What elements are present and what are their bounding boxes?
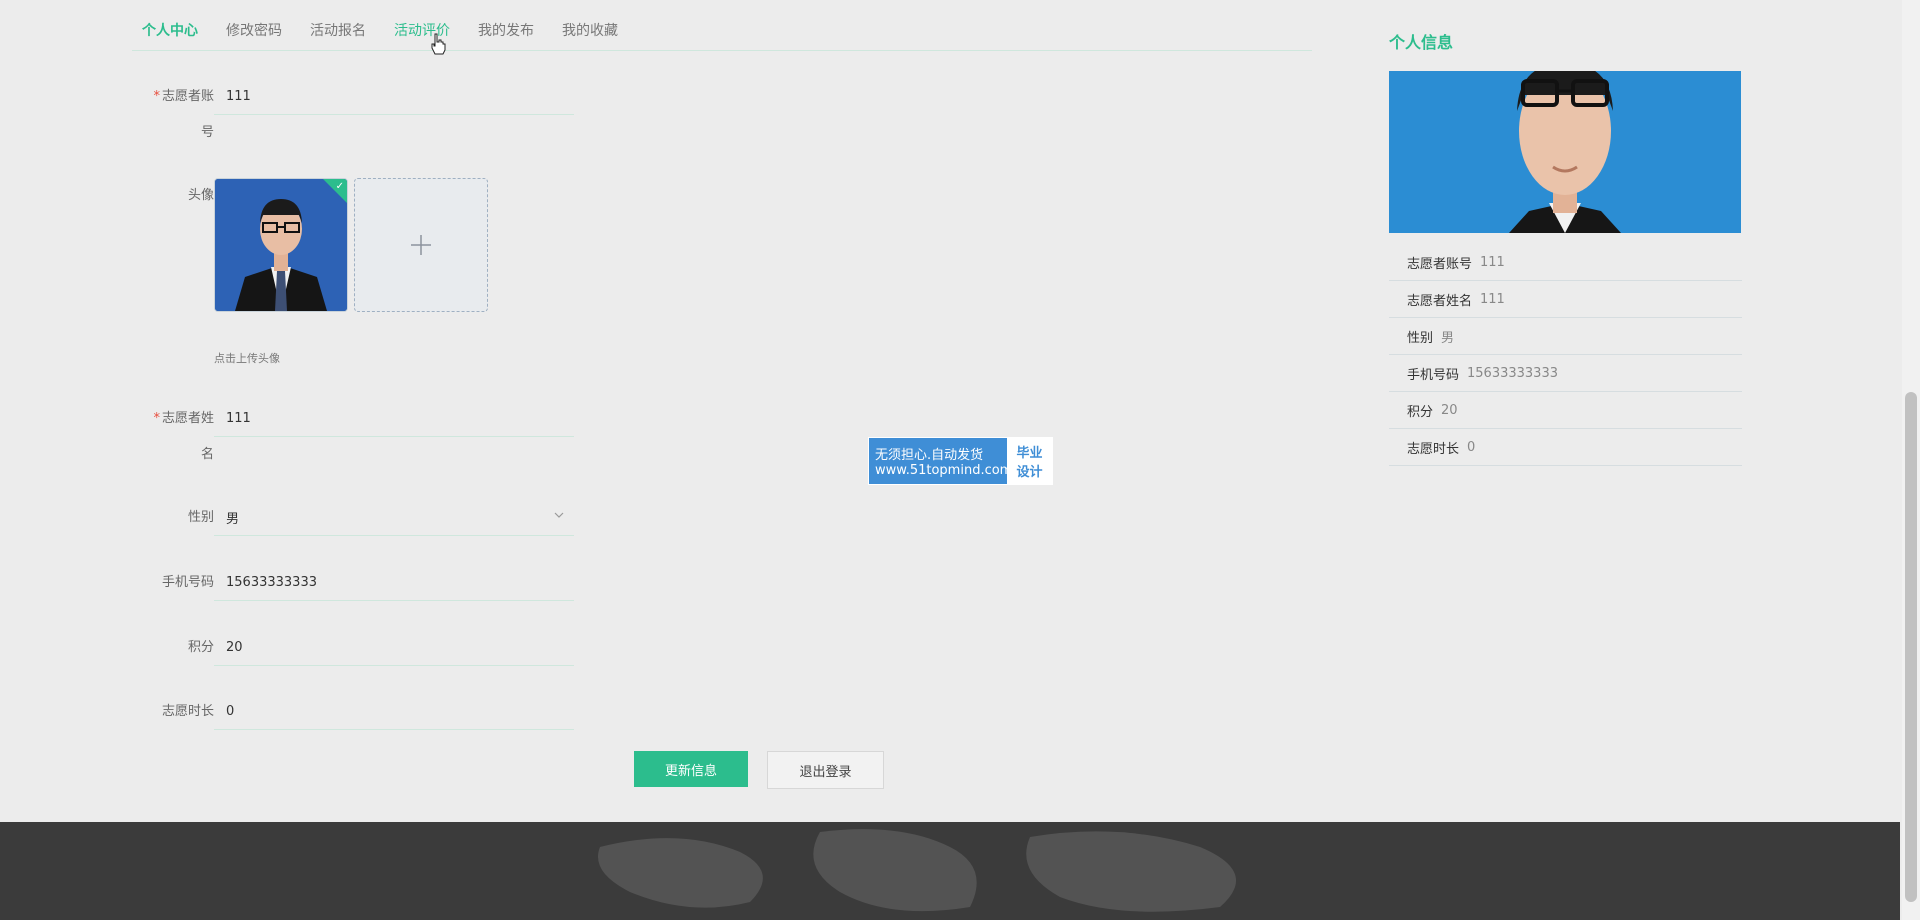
required-mark: * xyxy=(153,89,160,104)
tab-personal-center[interactable]: 个人中心 xyxy=(142,20,198,40)
update-info-button[interactable]: 更新信息 xyxy=(634,751,748,787)
tab-activity-signup[interactable]: 活动报名 xyxy=(310,20,366,40)
watermark-right2: 设计 xyxy=(1016,465,1043,480)
points-label: 积分 xyxy=(187,640,214,655)
info-row-points: 积分 20 xyxy=(1389,392,1742,429)
page-footer xyxy=(0,822,1900,920)
chevron-down-icon xyxy=(554,512,564,518)
required-mark: * xyxy=(153,411,160,426)
tab-change-password[interactable]: 修改密码 xyxy=(226,20,282,40)
gender-label: 性别 xyxy=(187,510,214,525)
tab-my-favorites[interactable]: 我的收藏 xyxy=(562,20,618,40)
volunteer-hours-field[interactable]: 0 xyxy=(214,694,574,730)
watermark-line2: www.51topmind.com xyxy=(875,463,1013,478)
account-field[interactable]: 111 xyxy=(214,79,574,115)
info-row-name: 志愿者姓名 111 xyxy=(1389,281,1742,318)
profile-photo xyxy=(1389,71,1741,233)
profile-title: 个人信息 xyxy=(1389,33,1454,52)
info-row-gender: 性别 男 xyxy=(1389,318,1742,355)
phone-field[interactable]: 15633333333 xyxy=(214,565,574,601)
check-icon: ✓ xyxy=(335,181,344,192)
page: 个人中心 修改密码 活动报名 活动评价 我的发布 我的收藏 * 志愿者账号 111… xyxy=(0,0,1920,920)
name-field[interactable]: 111 xyxy=(214,401,574,437)
info-row-phone: 手机号码 15633333333 xyxy=(1389,355,1742,392)
watermark-line1: 无须担心.自动发货 xyxy=(875,448,984,463)
scrollbar[interactable] xyxy=(1902,0,1920,920)
world-map-graphic xyxy=(598,829,1236,912)
avatar-thumbnail[interactable]: ✓ xyxy=(214,178,348,312)
volunteer-hours-label: 志愿时长 xyxy=(161,704,214,719)
points-field[interactable]: 20 xyxy=(214,630,574,666)
plus-icon xyxy=(411,235,431,255)
avatar-label: 头像 xyxy=(187,188,214,203)
tab-my-posts[interactable]: 我的发布 xyxy=(478,20,534,40)
watermark-right1: 毕业 xyxy=(1016,446,1043,461)
watermark-badge: 无须担心.自动发货 www.51topmind.com 毕业 设计 xyxy=(868,437,1053,485)
scrollbar-thumb[interactable] xyxy=(1905,392,1917,902)
profile-info-list: 志愿者账号 111 志愿者姓名 111 性别 男 手机号码 1563333333… xyxy=(1389,244,1742,466)
gender-select[interactable]: 男 xyxy=(214,500,574,536)
info-row-hours: 志愿时长 0 xyxy=(1389,429,1742,466)
upload-avatar-button[interactable] xyxy=(354,178,488,312)
tab-bar: 个人中心 修改密码 活动报名 活动评价 我的发布 我的收藏 xyxy=(132,10,1312,51)
logout-button[interactable]: 退出登录 xyxy=(767,751,884,789)
hand-cursor-icon xyxy=(431,33,446,55)
account-label: * 志愿者账号 xyxy=(153,89,214,140)
name-label: * 志愿者姓名 xyxy=(153,411,214,462)
info-row-account: 志愿者账号 111 xyxy=(1389,244,1742,281)
phone-label: 手机号码 xyxy=(161,575,214,590)
upload-hint: 点击上传头像 xyxy=(214,352,280,365)
